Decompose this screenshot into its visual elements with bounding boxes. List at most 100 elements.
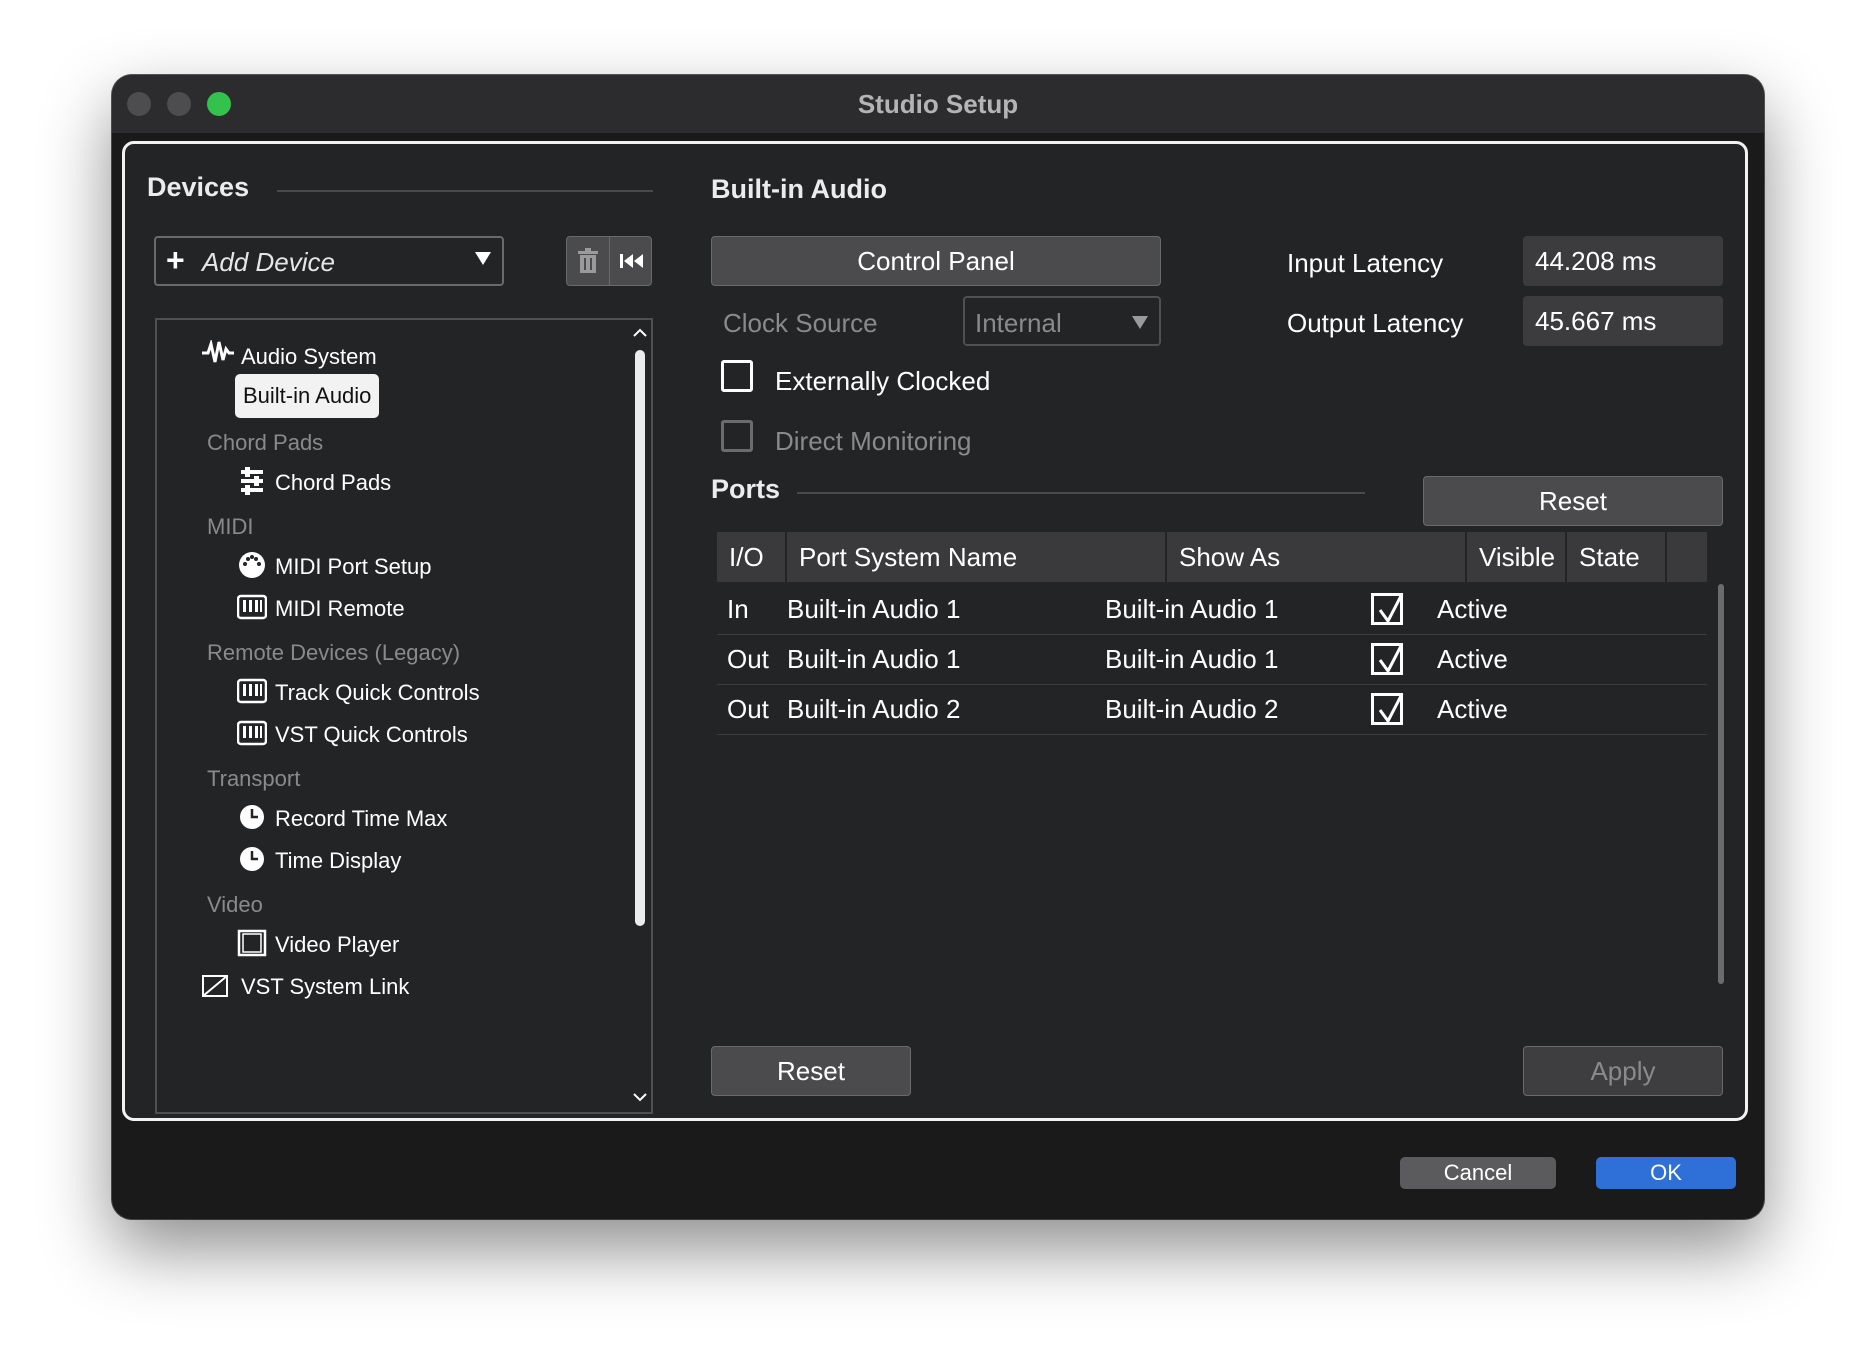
scroll-up-icon[interactable] [633, 328, 647, 338]
reset-device-button[interactable] [610, 237, 652, 285]
ports-scrollbar[interactable] [1718, 584, 1724, 984]
column-header-show-as[interactable]: Show As [1167, 532, 1467, 582]
checkmark-icon [1378, 693, 1404, 724]
output-latency-field: 45.667 ms [1523, 296, 1723, 346]
delete-device-button[interactable] [567, 237, 610, 285]
dialog-content: Devices + Add Device Audio System Built-… [122, 141, 1748, 1121]
category-midi: MIDI [207, 514, 254, 539]
port-io: Out [727, 644, 769, 674]
column-header-io[interactable]: I/O [717, 532, 787, 582]
visible-checkbox[interactable] [1371, 593, 1404, 625]
device-label: Time Display [275, 848, 402, 873]
add-device-dropdown[interactable]: + Add Device [154, 236, 504, 286]
window-title: Studio Setup [857, 89, 1019, 119]
trash-icon [578, 248, 598, 273]
input-latency-label: Input Latency [1287, 248, 1444, 278]
ports-title: Ports [711, 474, 781, 504]
device-group-vst-system-link[interactable]: VST System Link [197, 968, 553, 1004]
category-chord-pads: Chord Pads [207, 430, 324, 455]
column-header-state[interactable]: State [1567, 532, 1667, 582]
device-tree: Audio System Built-in Audio Chord Pads Chor… [155, 318, 653, 1114]
ports-table-header: I/O Port System Name Show As Visible Sta… [717, 532, 1707, 582]
device-group-audio-system[interactable]: Audio System [197, 338, 553, 374]
rewind-icon [620, 254, 643, 268]
device-item-midi-remote[interactable]: MIDI Remote [233, 590, 553, 626]
device-label: Audio System [241, 344, 377, 369]
port-show-as[interactable]: Built-in Audio 2 [1105, 684, 1278, 734]
control-panel-button[interactable]: Control Panel [711, 236, 1161, 286]
table-row[interactable]: In Built-in Audio 1 Built-in Audio 1 Active [717, 584, 1707, 635]
column-header-visible[interactable]: Visible [1467, 532, 1567, 582]
category-video: Video [207, 892, 263, 917]
midi-port-icon [237, 550, 267, 585]
device-item-vst-quick-controls[interactable]: VST Quick Controls [233, 716, 553, 752]
add-device-label: Add Device [202, 247, 335, 277]
category-remote-devices-legacy: Remote Devices (Legacy) [207, 640, 461, 665]
device-item-midi-port-setup[interactable]: MIDI Port Setup [233, 548, 553, 584]
reset-button[interactable]: Reset [711, 1046, 911, 1096]
device-label: VST Quick Controls [275, 722, 468, 747]
device-scroll-thumb[interactable] [635, 350, 645, 926]
column-header-port-system-name[interactable]: Port System Name [787, 532, 1167, 582]
device-label: MIDI Remote [275, 596, 405, 621]
table-row[interactable]: Out Built-in Audio 1 Built-in Audio 1 Activ… [717, 634, 1707, 685]
devices-divider [277, 190, 653, 192]
waveform-icon [201, 338, 235, 371]
chevron-down-icon [474, 250, 492, 271]
device-item-record-time-max[interactable]: Record Time Max [233, 800, 553, 836]
port-system-name: Built-in Audio 2 [787, 694, 961, 724]
port-system-name: Built-in Audio 1 [787, 594, 961, 624]
device-label: VST System Link [241, 974, 410, 999]
chevron-down-icon [1132, 316, 1148, 329]
ports-divider [797, 492, 1365, 494]
port-show-as[interactable]: Built-in Audio 1 [1105, 584, 1278, 634]
keyboard-icon [236, 592, 268, 627]
clock-source-value: Internal [975, 308, 1062, 338]
port-io: Out [727, 694, 769, 724]
port-system-name: Built-in Audio 1 [787, 644, 961, 674]
device-item-chord-pads[interactable]: Chord Pads [233, 464, 553, 500]
device-item-track-quick-controls[interactable]: Track Quick Controls [233, 674, 553, 710]
table-row[interactable]: Out Built-in Audio 2 Built-in Audio 2 Activ… [717, 684, 1707, 735]
port-io: In [727, 594, 749, 624]
ok-button[interactable]: OK [1596, 1157, 1736, 1189]
device-item-built-in-audio[interactable]: Built-in Audio [235, 374, 380, 418]
output-latency-label: Output Latency [1287, 308, 1464, 338]
device-actions-group [566, 236, 652, 286]
externally-clocked-checkbox[interactable] [721, 360, 753, 392]
studio-setup-window: Studio Setup Devices + Add Device Audio … [112, 75, 1764, 1219]
title-bar: Studio Setup [112, 75, 1764, 133]
device-label: MIDI Port Setup [275, 554, 432, 579]
port-state: Active [1437, 644, 1508, 674]
link-icon [201, 970, 231, 1005]
visible-checkbox[interactable] [1371, 643, 1404, 675]
apply-button[interactable]: Apply [1523, 1046, 1723, 1096]
clock-source-select[interactable]: Internal [963, 296, 1161, 346]
port-show-as[interactable]: Built-in Audio 1 [1105, 634, 1278, 684]
chord-pads-icon [237, 466, 267, 501]
checkmark-icon [1378, 643, 1404, 674]
port-state: Active [1437, 594, 1508, 624]
device-scrollbar[interactable] [627, 320, 651, 1112]
scroll-down-icon[interactable] [633, 1092, 647, 1102]
device-item-time-display[interactable]: Time Display [233, 842, 553, 878]
clock-icon [237, 802, 267, 837]
device-detail-title: Built-in Audio [711, 174, 887, 204]
device-label: Chord Pads [275, 470, 392, 495]
port-state: Active [1437, 694, 1508, 724]
checkmark-icon [1378, 593, 1404, 624]
visible-checkbox[interactable] [1371, 693, 1404, 725]
device-label: Track Quick Controls [275, 680, 480, 705]
cancel-button[interactable]: Cancel [1400, 1157, 1556, 1189]
clock-icon [237, 844, 267, 879]
device-label: Record Time Max [275, 806, 448, 831]
keyboard-icon [236, 718, 268, 753]
devices-title: Devices [147, 172, 250, 202]
film-icon [237, 928, 267, 963]
direct-monitoring-checkbox[interactable] [721, 420, 753, 452]
input-latency-field: 44.208 ms [1523, 236, 1723, 286]
ports-reset-button[interactable]: Reset [1423, 476, 1723, 526]
device-label: Video Player [275, 932, 400, 957]
externally-clocked-label: Externally Clocked [775, 366, 991, 396]
device-item-video-player[interactable]: Video Player [233, 926, 553, 962]
